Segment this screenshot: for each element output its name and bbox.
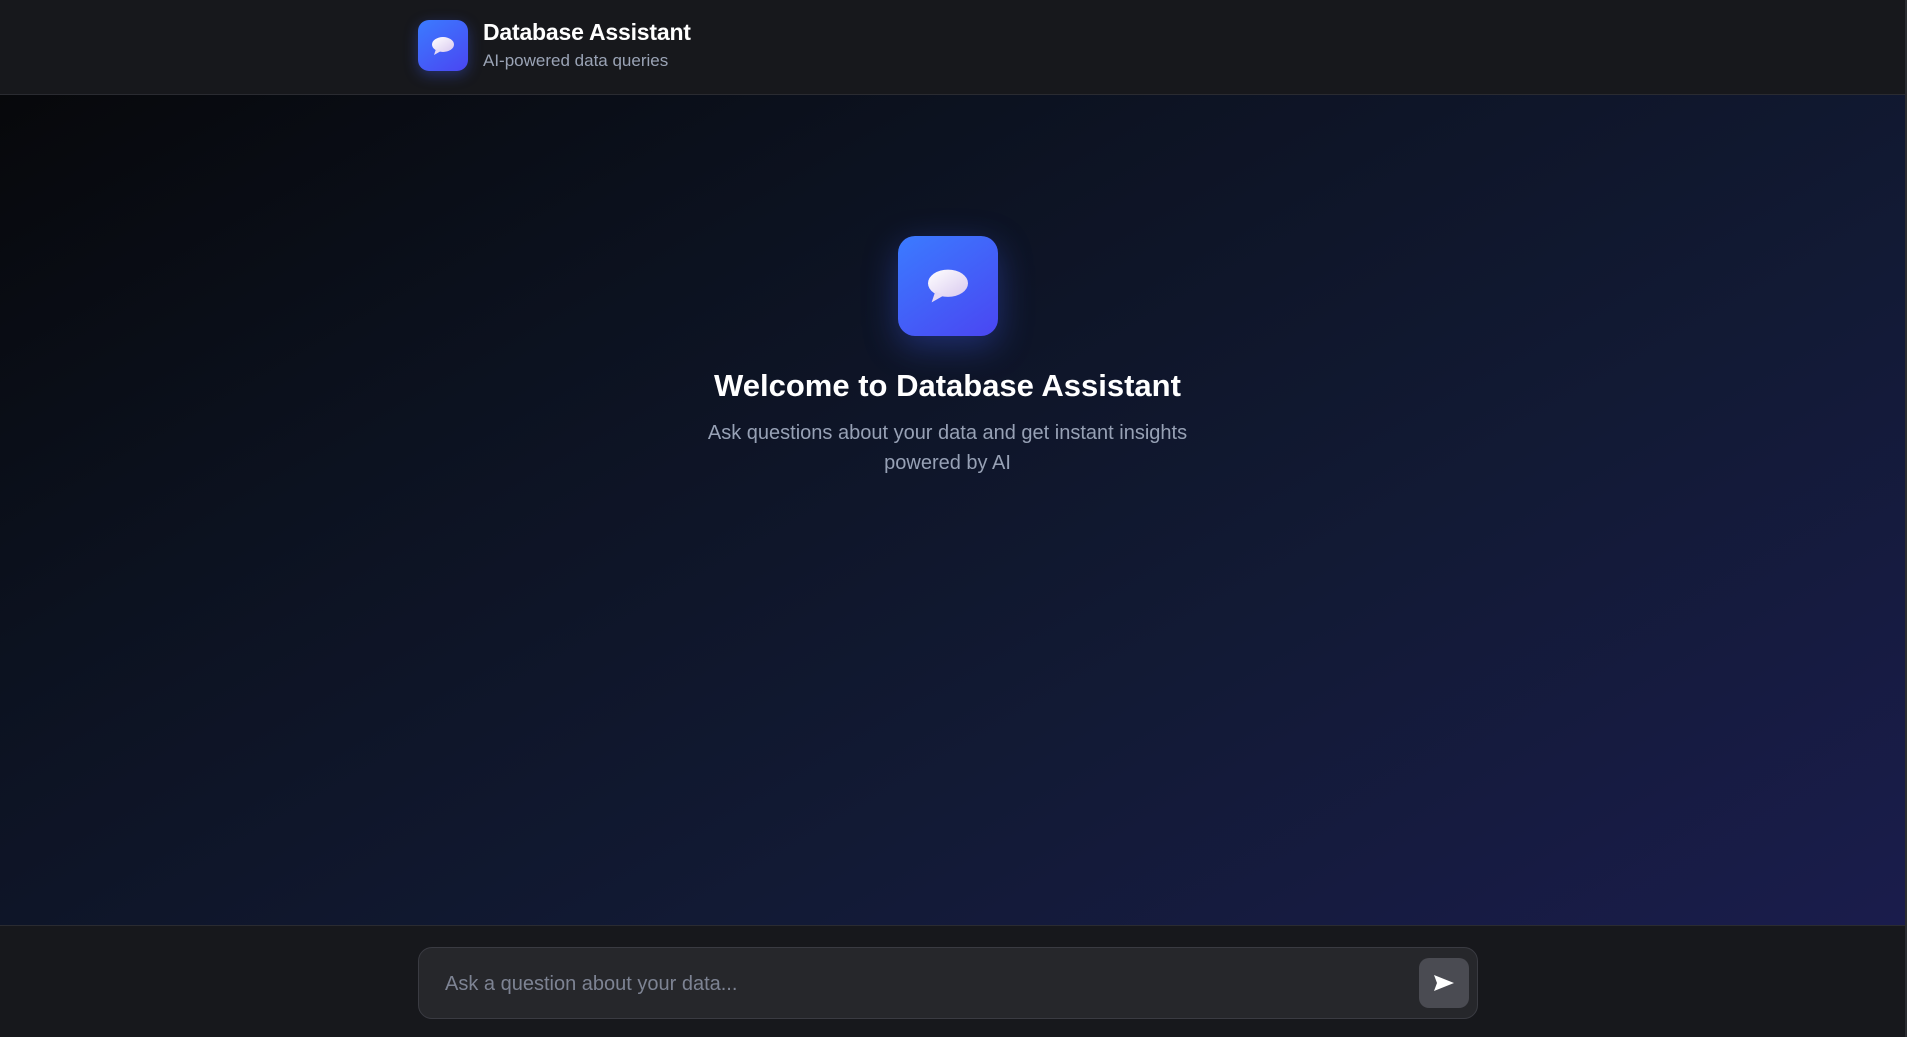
composer bbox=[418, 947, 1478, 1020]
chat-bubble-icon bbox=[927, 269, 968, 303]
app-title: Database Assistant bbox=[483, 19, 691, 45]
send-icon bbox=[1434, 975, 1454, 991]
chat-bubble-icon bbox=[432, 36, 454, 55]
send-button[interactable] bbox=[1419, 958, 1469, 1008]
welcome-description: Ask questions about your data and get in… bbox=[707, 422, 1188, 474]
welcome-panel: Welcome to Database Assistant Ask questi… bbox=[0, 236, 1895, 478]
welcome-title: Welcome to Database Assistant bbox=[714, 368, 1181, 403]
chat-area: Welcome to Database Assistant Ask questi… bbox=[0, 95, 1905, 925]
header-bar: Database Assistant AI-powered data queri… bbox=[0, 0, 1905, 95]
header-text: Database Assistant AI-powered data queri… bbox=[483, 19, 691, 72]
welcome-logo bbox=[897, 236, 998, 336]
app-window: Database Assistant AI-powered data queri… bbox=[0, 0, 1907, 1037]
app-subtitle: AI-powered data queries bbox=[483, 51, 669, 70]
header-brand: Database Assistant AI-powered data queri… bbox=[418, 19, 691, 72]
question-input[interactable] bbox=[443, 948, 1387, 1020]
composer-bar bbox=[0, 925, 1905, 1037]
app-logo bbox=[418, 20, 468, 71]
